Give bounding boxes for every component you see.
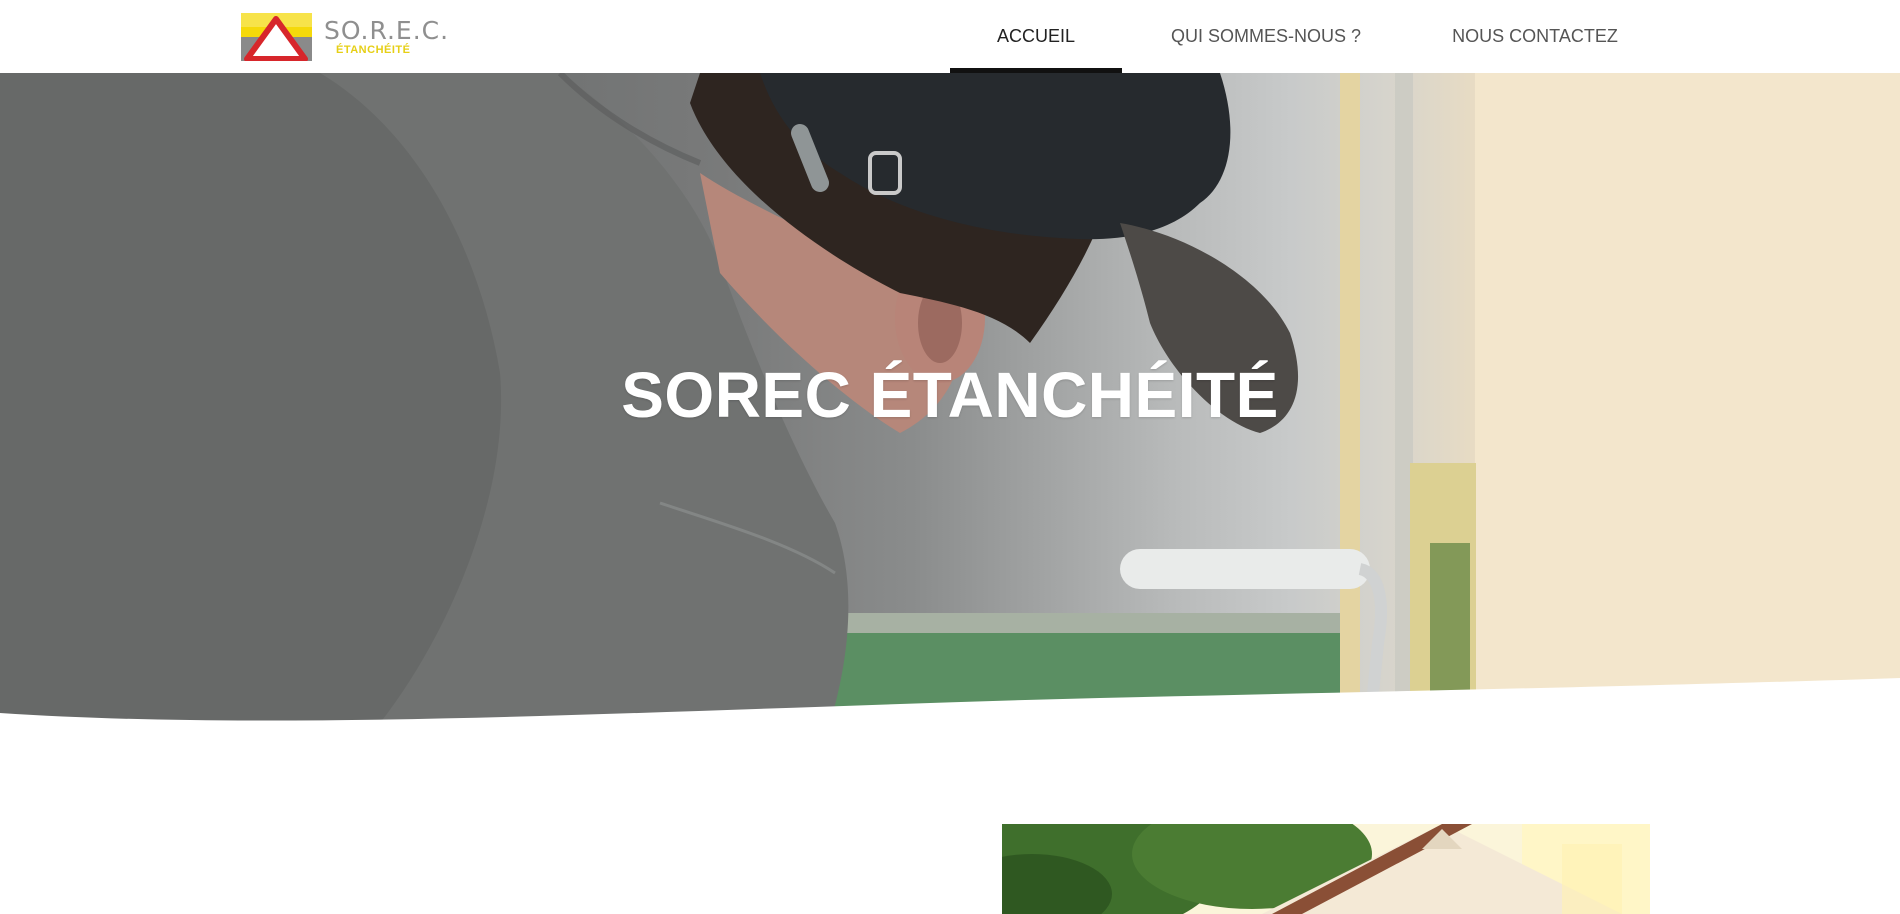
hero-title: SOREC ÉTANCHÉITÉ	[621, 359, 1279, 431]
nav-item-qui-sommes-nous[interactable]: QUI SOMMES-NOUS ?	[1122, 0, 1410, 73]
nav-item-label: QUI SOMMES-NOUS ?	[1170, 26, 1362, 46]
logo-wordmark: SO.R.E.C. ÉTANCHÉITÉ	[324, 18, 449, 56]
logo-name: SO.R.E.C.	[324, 16, 450, 45]
nav-active-indicator	[950, 68, 1122, 73]
nav-item-label: ACCUEIL	[996, 26, 1076, 46]
logo-subtitle: ÉTANCHÉITÉ	[336, 44, 411, 56]
nav-item-label: NOUS CONTACTEZ	[1452, 26, 1618, 46]
house-roof-image	[1002, 824, 1650, 914]
site-logo[interactable]: SO.R.E.C. ÉTANCHÉITÉ	[241, 13, 449, 61]
hero-banner: SOREC ÉTANCHÉITÉ	[0, 73, 1900, 723]
site-header: SO.R.E.C. ÉTANCHÉITÉ ACCUEIL QUI SOMMES-…	[0, 0, 1900, 73]
main-nav: ACCUEIL QUI SOMMES-NOUS ? NOUS CONTACTEZ	[950, 0, 1660, 73]
nav-item-accueil[interactable]: ACCUEIL	[950, 0, 1122, 73]
warning-triangle-logo-icon	[241, 13, 312, 61]
house-roof-photo	[1002, 824, 1650, 914]
nav-item-nous-contactez[interactable]: NOUS CONTACTEZ	[1410, 0, 1660, 73]
